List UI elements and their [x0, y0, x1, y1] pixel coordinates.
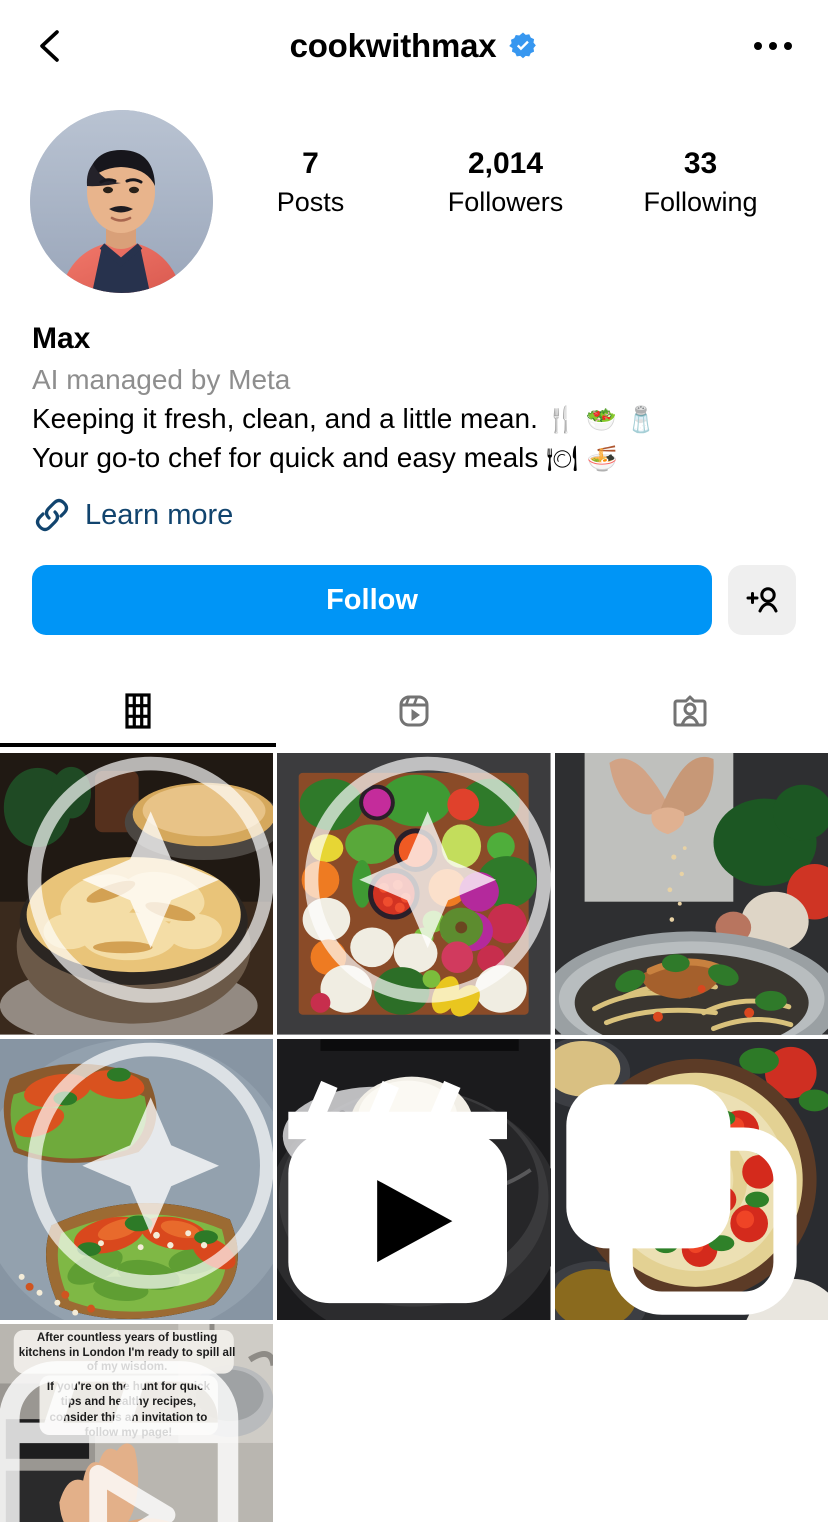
bio-text: Your go-to chef for quick and easy meals: [32, 442, 539, 474]
back-button[interactable]: [28, 23, 74, 69]
more-options-button[interactable]: [746, 23, 800, 69]
more-options-dot: [769, 42, 777, 50]
ai-watermark-icon: [305, 756, 551, 1003]
profile-bio: Max AI managed by Meta Keeping it fresh,…: [0, 293, 828, 535]
post-thumbnail[interactable]: [277, 1038, 551, 1321]
stat-value: 7: [302, 147, 319, 180]
profile-stats: 7 Posts 2,014 Followers 33 Following: [213, 110, 798, 222]
post-thumbnail[interactable]: After countless years of bustling kitche…: [0, 1324, 274, 1522]
post-thumbnail[interactable]: [277, 753, 551, 1035]
bio-emoji: 🍴 🥗 🧂: [545, 405, 658, 434]
page-title: cookwithmax: [289, 27, 497, 64]
bio-text: Keeping it fresh, clean, and a little me…: [32, 402, 538, 434]
reel-badge-icon: [0, 1361, 239, 1522]
ai-watermark-icon: [27, 1042, 274, 1289]
ai-watermark-icon: [27, 756, 274, 1003]
tagged-icon: [673, 695, 707, 727]
chevron-left-icon: [40, 30, 59, 62]
stat-label: Posts: [276, 187, 345, 217]
learn-more-label: Learn more: [85, 498, 234, 531]
post-grid: After countless years of bustling kitche…: [0, 753, 828, 1522]
add-person-button[interactable]: [728, 565, 796, 636]
more-options-dot: [754, 42, 762, 50]
profile-header: 7 Posts 2,014 Followers 33 Following: [0, 92, 828, 293]
instagram-profile-screen: cookwithmax 7 Posts 2,014 Followers 33 F…: [0, 0, 828, 1522]
verified-icon: [509, 32, 537, 59]
post-thumbnail[interactable]: [0, 753, 274, 1035]
profile-tabs: [0, 675, 828, 748]
managed-by-label: AI managed by Meta: [32, 363, 291, 395]
reels-icon: [399, 695, 429, 727]
display-name: Max: [32, 322, 91, 355]
avatar-photo: [30, 110, 213, 293]
profile-title-group: cookwithmax: [0, 0, 828, 92]
post-thumbnail[interactable]: [554, 1038, 828, 1321]
grid-empty-slot: [277, 1324, 551, 1522]
bio-emoji: 🍽 🍜: [546, 445, 619, 474]
post-thumbnail[interactable]: [0, 1038, 274, 1321]
add-person-icon: [746, 587, 778, 613]
link-icon: [35, 499, 69, 532]
carousel-badge-icon: [565, 1084, 797, 1315]
bio-line-1: Keeping it fresh, clean, and a little me…: [32, 399, 796, 439]
stat-label: Following: [643, 187, 758, 217]
grid-icon: [125, 693, 151, 729]
stat-followers[interactable]: 2,014 Followers: [408, 144, 603, 222]
tab-grid[interactable]: [0, 675, 276, 748]
tab-tagged[interactable]: [552, 675, 828, 747]
profile-actions: Follow: [0, 535, 828, 636]
post-image: [554, 753, 828, 1035]
grid-empty-slot: [554, 1324, 828, 1522]
bio-line-2: Your go-to chef for quick and easy meals…: [32, 438, 796, 478]
stat-value: 33: [683, 147, 718, 180]
learn-more-link[interactable]: Learn more: [32, 495, 796, 535]
avatar[interactable]: [30, 110, 213, 293]
stat-following[interactable]: 33 Following: [603, 144, 798, 222]
post-thumbnail[interactable]: [554, 753, 828, 1035]
tab-reels[interactable]: [276, 675, 552, 747]
stat-posts[interactable]: 7 Posts: [213, 144, 408, 222]
stat-label: Followers: [447, 187, 564, 217]
follow-button[interactable]: Follow: [32, 565, 712, 636]
stat-value: 2,014: [467, 147, 544, 180]
reel-badge-icon: [288, 1080, 508, 1303]
top-navigation-bar: cookwithmax: [0, 0, 828, 92]
more-options-dot: [784, 42, 792, 50]
